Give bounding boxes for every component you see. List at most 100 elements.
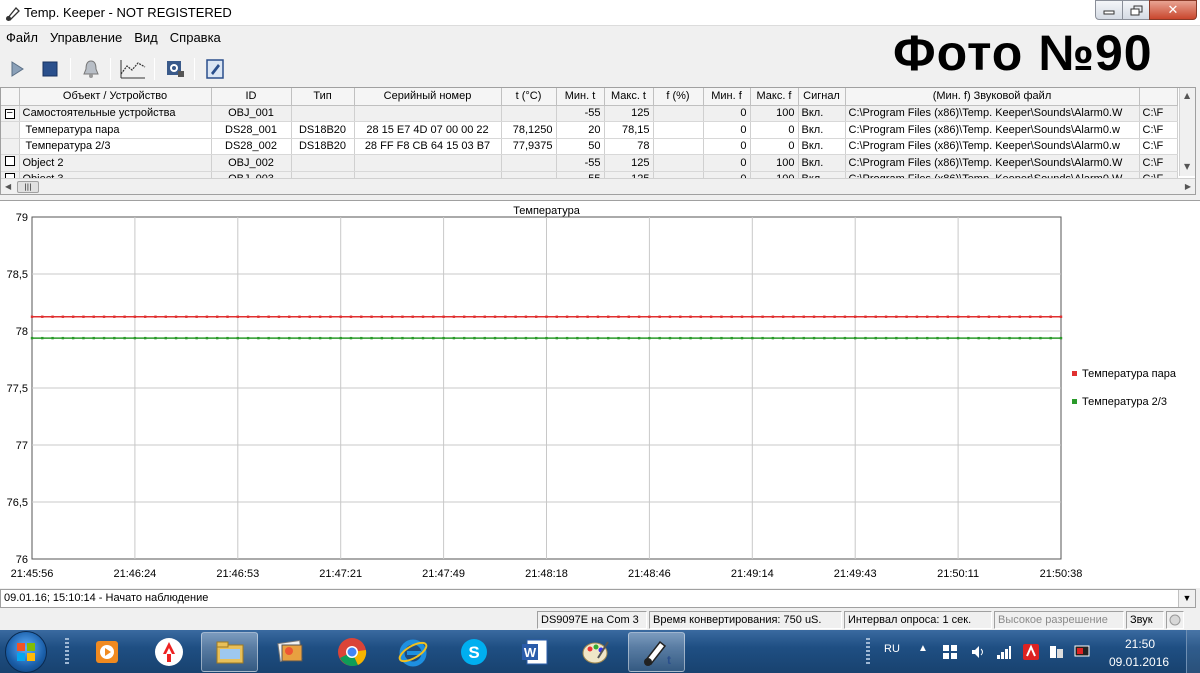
scroll-down-icon[interactable]: ▼: [1184, 162, 1190, 171]
table-cell: [653, 105, 704, 122]
status-port: DS9097E на Com 3: [537, 611, 647, 629]
data-point: [308, 336, 312, 340]
toolbar-separator: [194, 58, 195, 80]
scroll-up-icon[interactable]: ▲: [1184, 91, 1190, 100]
menu-help[interactable]: Справка: [164, 27, 227, 49]
column-header[interactable]: Тип: [291, 88, 355, 106]
action-center-icon[interactable]: [942, 644, 958, 660]
table-cell: Object 2: [19, 154, 212, 172]
legend-label[interactable]: Температура 2/3: [1082, 396, 1167, 408]
expand-collapse-icon[interactable]: [4, 156, 15, 167]
tray-expand-icon[interactable]: ▲: [918, 643, 928, 654]
data-point: [71, 315, 75, 318]
start-button[interactable]: [5, 631, 47, 673]
minimize-button[interactable]: [1095, 0, 1123, 20]
taskbar-clock-date[interactable]: 09.01.2016: [1109, 655, 1169, 669]
table-row[interactable]: − Самостоятельные устройства OBJ_001 -55 125…: [1, 105, 1178, 122]
antivirus-icon[interactable]: [1022, 643, 1040, 661]
table-row[interactable]: Температура пара DS28_001 DS18B20 28 15 E7 …: [1, 121, 1178, 139]
scroll-thumb[interactable]: |||: [17, 181, 39, 193]
event-log[interactable]: 09.01.16; 15:10:14 - Начато наблюдение ▼: [0, 589, 1196, 608]
data-point: [370, 315, 373, 318]
taskbar-clock-time[interactable]: 21:50: [1125, 637, 1155, 651]
horizontal-scrollbar[interactable]: ◀ ||| ▶: [1, 178, 1195, 194]
column-header[interactable]: Сигнал: [798, 88, 846, 106]
scroll-right-icon[interactable]: ▶: [1185, 182, 1191, 191]
taskbar-paint[interactable]: [567, 632, 624, 672]
alarm-button[interactable]: [78, 56, 104, 82]
stop-button[interactable]: [37, 56, 63, 82]
show-desktop-button[interactable]: [1186, 630, 1200, 673]
menu-file[interactable]: Файл: [0, 27, 44, 49]
legend-label[interactable]: Температура пара: [1082, 368, 1177, 380]
media-player-icon: [95, 641, 118, 663]
taskbar-chrome[interactable]: [323, 632, 380, 672]
data-point: [884, 315, 888, 318]
row-header-corner: [1, 88, 20, 106]
data-point: [709, 336, 713, 340]
language-indicator[interactable]: RU: [884, 643, 900, 655]
data-point: [699, 315, 703, 318]
data-point: [905, 315, 908, 318]
photo-label: Фото №90: [893, 25, 1153, 81]
network-signal-icon[interactable]: [996, 644, 1012, 660]
edit-button[interactable]: [202, 56, 228, 82]
settings-button[interactable]: [162, 56, 188, 82]
close-button[interactable]: ✕: [1149, 0, 1197, 20]
data-point: [823, 315, 826, 318]
svg-text:S: S: [468, 643, 479, 662]
row-expander: [1, 121, 20, 139]
table-cell: Самостоятельные устройства: [19, 105, 212, 122]
taskbar-photo-gallery[interactable]: [262, 632, 319, 672]
data-point: [174, 315, 178, 318]
table-row[interactable]: Температура 2/3 DS28_002 DS18B20 28 FF F8 C…: [1, 138, 1178, 155]
data-point: [524, 336, 528, 340]
row-expander[interactable]: [1, 154, 20, 172]
column-header[interactable]: t (°C): [501, 88, 557, 106]
start-button[interactable]: [4, 56, 30, 82]
taskbar-internet-explorer[interactable]: [384, 632, 441, 672]
x-tick-label: 21:48:18: [525, 568, 568, 580]
column-header[interactable]: f (%): [653, 88, 704, 106]
column-header[interactable]: Серийный номер: [354, 88, 502, 106]
column-header[interactable]: Мин. f: [703, 88, 751, 106]
row-expander[interactable]: −: [1, 105, 20, 122]
table-cell: 77,9375: [501, 138, 557, 155]
chart-title: Температура: [513, 205, 581, 217]
maximize-button[interactable]: [1122, 0, 1150, 20]
log-dropdown-button[interactable]: ▼: [1178, 590, 1195, 607]
scroll-left-icon[interactable]: ◀: [5, 182, 11, 191]
volume-icon[interactable]: [970, 644, 986, 660]
column-header[interactable]: [1139, 88, 1178, 106]
column-header[interactable]: Объект / Устройство: [19, 88, 212, 106]
taskbar-yandex-browser[interactable]: [140, 632, 197, 672]
data-point: [812, 315, 816, 318]
device-table: Объект / Устройство ID Тип Серийный номе…: [1, 88, 1178, 188]
data-point: [833, 315, 836, 318]
data-point: [524, 315, 528, 318]
column-header[interactable]: Макс. t: [604, 88, 654, 106]
y-tick-label: 77,5: [7, 383, 28, 395]
device-grid[interactable]: Объект / Устройство ID Тип Серийный номе…: [0, 87, 1196, 195]
expand-collapse-icon[interactable]: −: [4, 108, 15, 120]
table-cell: OBJ_001: [211, 105, 292, 122]
chart-button[interactable]: [118, 56, 148, 82]
table-row[interactable]: Object 2 OBJ_002 -55 125 0 100 Вкл. C:\Program …: [1, 154, 1178, 172]
column-header[interactable]: (Мин. f) Звуковой файл: [845, 88, 1140, 106]
taskbar-word[interactable]: W: [506, 632, 563, 672]
taskbar-temp-keeper[interactable]: t: [628, 632, 685, 672]
vertical-scrollbar[interactable]: ▲ ▼: [1179, 88, 1195, 176]
column-header[interactable]: Мин. t: [556, 88, 605, 106]
menu-view[interactable]: Вид: [128, 27, 164, 49]
taskbar-skype[interactable]: S: [445, 632, 502, 672]
column-header[interactable]: Макс. f: [750, 88, 799, 106]
taskbar-file-explorer[interactable]: [201, 632, 258, 672]
devices-icon[interactable]: [1048, 644, 1064, 660]
display-icon[interactable]: [1074, 644, 1092, 660]
menu-control[interactable]: Управление: [44, 27, 128, 49]
table-cell: 50: [556, 138, 605, 155]
data-point: [483, 315, 486, 318]
taskbar-media-player[interactable]: [79, 632, 136, 672]
data-point: [432, 336, 435, 340]
column-header[interactable]: ID: [211, 88, 292, 106]
